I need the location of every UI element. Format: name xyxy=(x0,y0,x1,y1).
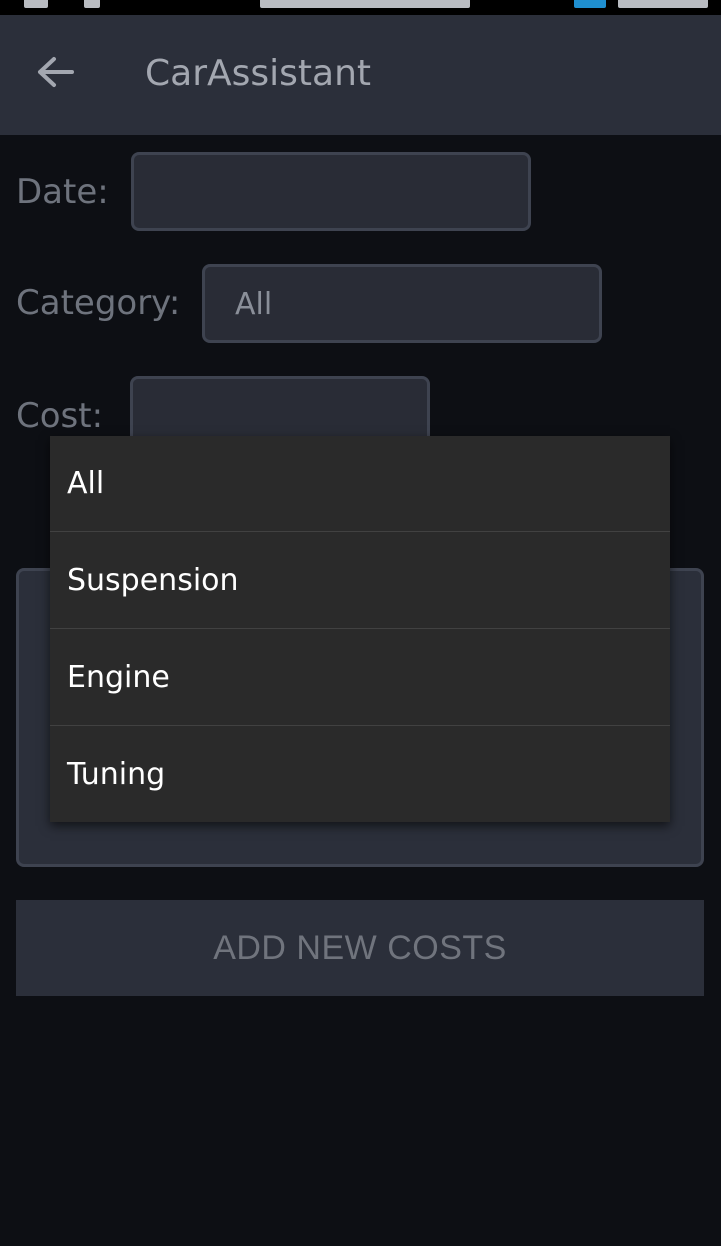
notification-icon xyxy=(84,0,100,8)
category-label: Category: xyxy=(16,283,181,323)
date-label: Date: xyxy=(16,172,109,212)
dropdown-option-label: Suspension xyxy=(67,563,239,598)
signal-icon xyxy=(574,0,606,8)
add-new-costs-label: ADD NEW COSTS xyxy=(213,929,507,967)
dropdown-option-suspension[interactable]: Suspension xyxy=(50,533,670,629)
status-text xyxy=(260,0,470,8)
status-bar xyxy=(0,0,721,15)
dropdown-option-engine[interactable]: Engine xyxy=(50,630,670,726)
dropdown-option-all[interactable]: All xyxy=(50,436,670,532)
dropdown-option-label: All xyxy=(67,466,105,501)
dropdown-option-label: Engine xyxy=(67,660,170,695)
arrow-left-icon xyxy=(38,57,74,87)
category-dropdown: All Suspension Engine Tuning xyxy=(50,436,670,822)
battery-icon xyxy=(618,0,708,8)
app-bar: CarAssistant xyxy=(0,15,721,135)
back-button[interactable] xyxy=(34,55,78,89)
notification-icon xyxy=(24,0,48,8)
add-new-costs-button[interactable]: ADD NEW COSTS xyxy=(16,900,704,996)
dropdown-option-tuning[interactable]: Tuning xyxy=(50,727,670,823)
category-select[interactable]: All xyxy=(202,264,602,343)
category-value: All xyxy=(235,287,273,322)
app-title: CarAssistant xyxy=(145,53,372,94)
cost-label: Cost: xyxy=(16,396,104,436)
dropdown-option-label: Tuning xyxy=(67,757,166,792)
date-field[interactable] xyxy=(131,152,531,231)
